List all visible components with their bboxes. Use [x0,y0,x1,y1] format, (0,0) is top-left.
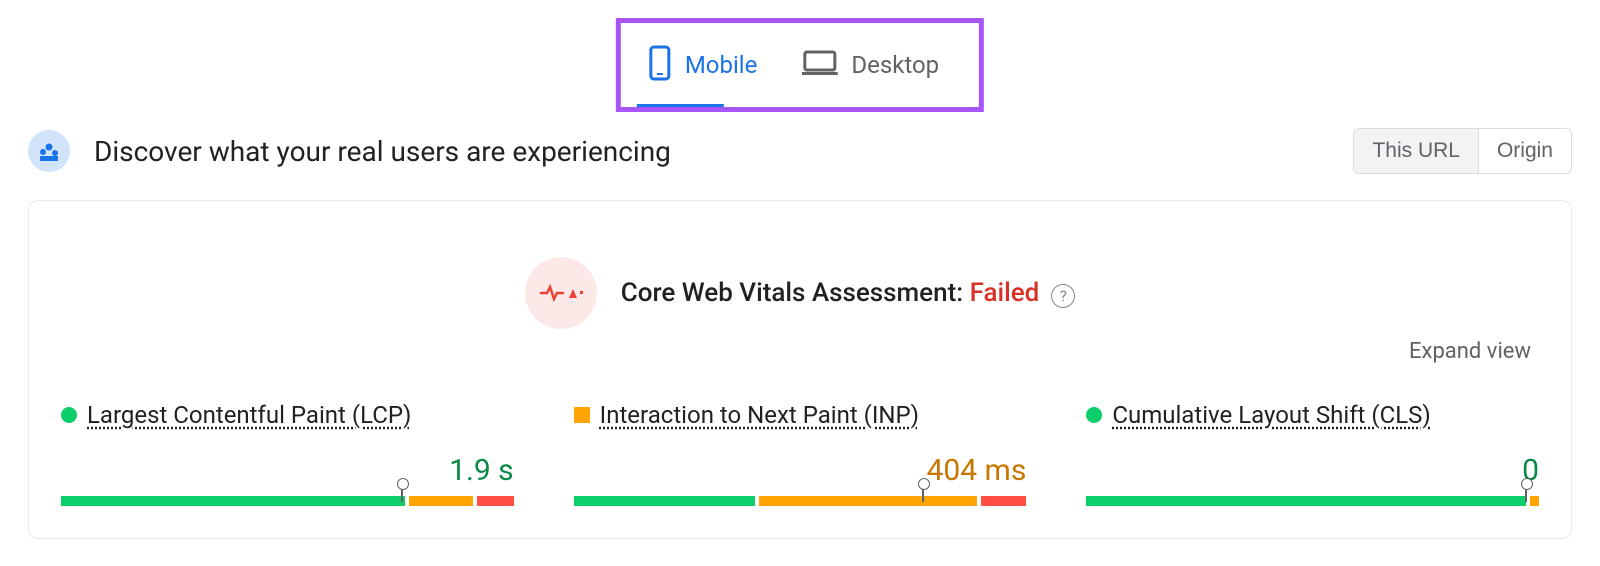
status-dot-good-icon [61,407,77,423]
assessment-label: Core Web Vitals Assessment: [621,278,970,308]
main-panel: Core Web Vitals Assessment: Failed ? Exp… [28,200,1572,539]
tab-mobile-label: Mobile [685,51,758,79]
page-title: Discover what your real users are experi… [94,135,671,168]
metric-inp-distribution [574,496,1027,506]
dist-marker [1525,486,1527,502]
expand-view-link[interactable]: Expand view [1409,339,1531,364]
dist-ni [409,496,473,506]
assessment-text-wrap: Core Web Vitals Assessment: Failed ? [621,278,1076,308]
metric-lcp: Largest Contentful Paint (LCP) 1.9 s [61,401,514,506]
assessment-status: Failed [970,278,1040,308]
dist-ni [759,496,977,506]
metric-lcp-header: Largest Contentful Paint (LCP) [61,401,514,429]
device-tabs: Mobile Desktop [616,18,984,112]
dist-poor [477,496,514,506]
metric-cls-header: Cumulative Layout Shift (CLS) [1086,401,1539,429]
dist-marker [401,486,403,502]
metric-lcp-distribution [61,496,514,506]
scope-toggle: This URL Origin [1353,128,1572,174]
tab-desktop[interactable]: Desktop [789,31,963,99]
scope-this-url-button[interactable]: This URL [1354,129,1478,173]
users-icon [28,130,70,172]
metric-lcp-name[interactable]: Largest Contentful Paint (LCP) [87,401,411,429]
dist-good [1086,496,1526,506]
dist-poor [981,496,1026,506]
status-square-ni-icon [574,407,590,423]
tab-mobile[interactable]: Mobile [637,31,782,99]
header-left: Discover what your real users are experi… [28,130,671,172]
assessment-row: Core Web Vitals Assessment: Failed ? [61,257,1539,329]
mobile-icon [649,45,671,85]
metric-cls-name[interactable]: Cumulative Layout Shift (CLS) [1112,401,1430,429]
dist-ni [1530,496,1539,506]
dist-good [61,496,405,506]
dist-marker [922,486,924,502]
help-icon[interactable]: ? [1051,284,1075,308]
desktop-icon [801,49,837,81]
metric-cls-value: 0 [1086,453,1539,488]
metric-inp: Interaction to Next Paint (INP) 404 ms [574,401,1027,506]
metric-cls-distribution [1086,496,1539,506]
metrics-row: Largest Contentful Paint (LCP) 1.9 s Int… [61,401,1539,506]
metric-inp-name[interactable]: Interaction to Next Paint (INP) [600,401,919,429]
status-dot-good-icon [1086,407,1102,423]
tab-desktop-label: Desktop [851,51,939,79]
metric-inp-header: Interaction to Next Paint (INP) [574,401,1027,429]
vitals-icon [525,257,597,329]
metric-inp-value: 404 ms [574,453,1027,488]
header-row: Discover what your real users are experi… [28,128,1572,174]
scope-origin-button[interactable]: Origin [1478,129,1571,173]
metric-cls: Cumulative Layout Shift (CLS) 0 [1086,401,1539,506]
dist-good [574,496,756,506]
metric-lcp-value: 1.9 s [61,453,514,488]
